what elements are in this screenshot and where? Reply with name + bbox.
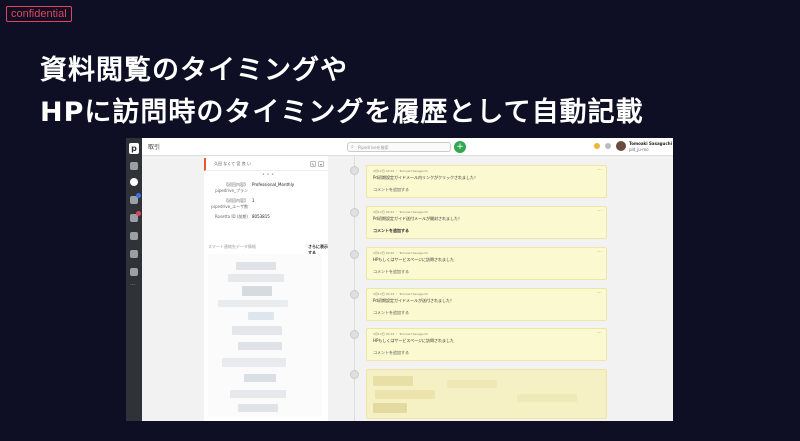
target-icon[interactable] — [130, 162, 138, 170]
calendar-badge — [136, 211, 141, 216]
headline-line-1: 資料閲覧のタイミングや — [40, 55, 348, 86]
search-input[interactable]: ⌕ Pipedriveを検索 — [347, 142, 451, 152]
contacts-icon[interactable] — [130, 232, 138, 240]
field-label-plan: 【初回内容】 pipedrive_プラン — [215, 182, 248, 193]
note-message: Pd初期設定ガイドメールが送付されました！ — [373, 298, 454, 303]
timeline-icon — [350, 370, 359, 379]
note-meta: 2月12日 09:22 ・ Tomoaki Sasaguchi — [373, 169, 428, 173]
sidebar-rail: p ··· — [126, 138, 142, 421]
search-placeholder: Pipedriveを検索 — [358, 145, 389, 150]
add-comment-link[interactable]: コメントを追加する — [373, 350, 409, 356]
note-message: HPもしくはサービスページに訪問されました — [373, 338, 455, 343]
note-meta: 2月12日 09:22 ・ Tomoaki Sasaguchi — [373, 210, 428, 214]
note-menu-icon[interactable]: ··· — [597, 290, 602, 296]
avatar[interactable] — [616, 141, 626, 151]
mail-badge — [136, 193, 141, 198]
note-menu-icon[interactable]: ··· — [597, 330, 602, 336]
confidential-badge: confidential — [6, 6, 72, 22]
field-value-plan[interactable]: Professional_Monthly — [252, 182, 294, 187]
lightbulb-icon[interactable] — [594, 143, 600, 149]
timeline-icon — [350, 166, 359, 175]
top-bar: 取引 ⌕ Pipedriveを検索 + Tomoaki Sasaguchi pl… — [142, 138, 673, 156]
note-message: Pd初期設定ガイドメール内リンクがクリックされました！ — [373, 175, 478, 180]
products-icon[interactable] — [130, 268, 138, 276]
deal-panel-header-text: 久田 なくて 宮 良 い — [214, 161, 251, 166]
app-screenshot: p ··· 取引 ⌕ Pipedriveを検索 + Tomoaki Sasagu… — [126, 138, 673, 421]
field-label-users: 【初回内容】 pipedrive_ユーザ数 — [211, 198, 248, 209]
headline-line-2: HPに訪問時のタイミングを履歴として自動記載 — [40, 97, 644, 128]
chevron-down-icon[interactable]: ▾ — [318, 161, 324, 167]
note-meta: 2月12日 09:20 ・ Tomoaki Sasaguchi — [373, 251, 428, 255]
add-comment-link[interactable]: コメントを追加する — [373, 269, 409, 275]
user-company: pld_ju-mo — [629, 147, 649, 152]
deal-panel-header: 久田 なくて 宮 良 い ✎ ▾ — [204, 158, 328, 171]
deal-details-panel: 久田 なくて 宮 良 い ✎ ▾ • • • 【初回内容】 pipedrive_… — [204, 156, 328, 421]
deals-icon[interactable] — [130, 178, 138, 186]
more-icon[interactable]: ··· — [130, 283, 138, 292]
user-name: Tomoaki Sasaguchi — [629, 141, 672, 146]
timeline-icon — [350, 290, 359, 299]
timeline-icon — [350, 330, 359, 339]
add-comment-link[interactable]: コメントを追加する — [373, 310, 409, 316]
note-message: Pd初期設定ガイド送付メールが開封されました！ — [373, 216, 462, 221]
field-label-rosetta: Rosetta ID (前期) — [214, 214, 248, 219]
field-value-users[interactable]: 1 — [252, 198, 255, 203]
timeline-icon — [350, 250, 359, 259]
pipedrive-logo[interactable]: p — [129, 143, 139, 154]
add-comment-link[interactable]: コメントを追加する — [373, 187, 409, 193]
note-menu-icon[interactable]: ··· — [597, 208, 602, 214]
timeline-note[interactable]: 2月12日 09:19 ・ Tomoaki Sasaguchi ··· Pd初期… — [366, 288, 607, 321]
note-menu-icon[interactable]: ··· — [597, 167, 602, 173]
blurred-note — [366, 369, 607, 419]
note-menu-icon[interactable]: ··· — [597, 249, 602, 255]
note-meta: 2月12日 09:19 ・ Tomoaki Sasaguchi — [373, 292, 428, 296]
blurred-contact-data — [208, 254, 322, 417]
help-icon[interactable] — [605, 143, 611, 149]
timeline-note[interactable]: 2月12日 09:22 ・ Tomoaki Sasaguchi ··· Pd初期… — [366, 165, 607, 198]
note-message: HPもしくはサービスページに訪問されました — [373, 257, 455, 262]
timeline-line — [354, 156, 355, 421]
search-icon: ⌕ — [351, 144, 354, 150]
insights-icon[interactable] — [130, 250, 138, 258]
timeline-icon — [350, 208, 359, 217]
note-meta: 2月12日 09:19 ・ Tomoaki Sasaguchi — [373, 332, 428, 336]
field-value-rosetta[interactable]: 8053815 — [252, 214, 270, 219]
add-comment-link[interactable]: コメントを追加する — [373, 228, 409, 234]
add-button[interactable]: + — [454, 141, 466, 153]
timeline-note[interactable]: 2月12日 09:22 ・ Tomoaki Sasaguchi ··· Pd初期… — [366, 206, 607, 239]
timeline-note[interactable]: 2月12日 09:20 ・ Tomoaki Sasaguchi ··· HPもし… — [366, 247, 607, 280]
smart-contact-section-label: スマート連絡先データ情報 — [208, 244, 256, 249]
more-dots[interactable]: • • • — [262, 172, 274, 178]
edit-icon[interactable]: ✎ — [310, 161, 316, 167]
page-title: 取引 — [148, 144, 161, 151]
timeline-note[interactable]: 2月12日 09:19 ・ Tomoaki Sasaguchi ··· HPもし… — [366, 328, 607, 361]
